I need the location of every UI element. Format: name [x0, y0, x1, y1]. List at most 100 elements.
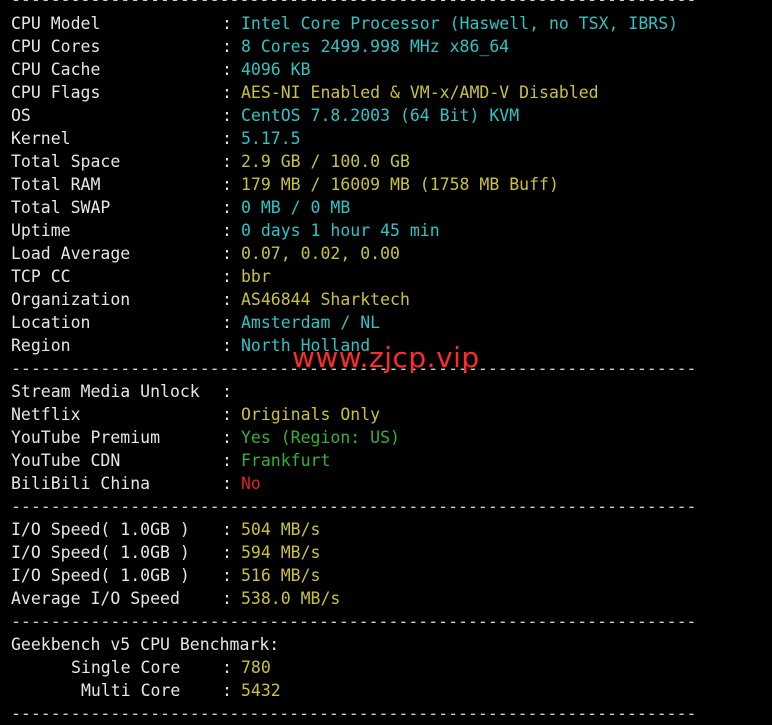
separator: ----------------------------------------… [11, 612, 697, 631]
separator-bottom: ----------------------------------------… [11, 704, 697, 723]
stream-row-label: BiliBili China [11, 474, 151, 493]
stream-header: Stream Media Unlock [11, 382, 200, 401]
colon: : [222, 336, 232, 355]
system-info-block: CPU Model: Intel Core Processor (Haswell,… [11, 12, 772, 357]
system-info-row-value: 0 days 1 hour 45 min [241, 221, 440, 240]
system-info-row-value: AS46844 Sharktech [241, 290, 410, 309]
colon: : [222, 175, 232, 194]
io-row-label: Average I/O Speed [11, 589, 180, 608]
colon: : [222, 658, 232, 677]
system-info-row-value: Intel Core Processor (Haswell, no TSX, I… [241, 14, 679, 33]
stream-row: YouTube CDN: Frankfurt [11, 449, 772, 472]
multi-core-label: Multi Core [81, 681, 181, 700]
io-row-label: I/O Speed( 1.0GB ) [11, 566, 190, 585]
system-info-row: TCP CC: bbr [11, 265, 772, 288]
system-info-row-value: CentOS 7.8.2003 (64 Bit) KVM [241, 106, 520, 125]
geekbench-multi-row: Multi Core : 5432 [11, 679, 772, 702]
single-core-label: Single Core [71, 658, 181, 677]
system-info-row: Load Average:0.07, 0.02, 0.00 [11, 242, 772, 265]
colon: : [222, 290, 232, 309]
system-info-row-label: CPU Flags [11, 83, 101, 102]
colon: : [222, 405, 232, 424]
colon: : [222, 543, 232, 562]
separator-top: ----------------------------------------… [11, 0, 696, 11]
watermark-text: www.zjcp.vip [292, 341, 480, 374]
system-info-row-label: Total Space [11, 152, 121, 171]
system-info-row-value: 0.07, 0.02, 0.00 [241, 244, 400, 263]
geekbench-header-row: Geekbench v5 CPU Benchmark: [11, 633, 772, 656]
system-info-row-label: CPU Cache [11, 60, 101, 79]
colon: : [222, 520, 232, 539]
stream-row-label: Netflix [11, 405, 81, 424]
system-info-row-label: CPU Model [11, 14, 101, 33]
multi-core-value: 5432 [241, 681, 281, 700]
stream-row-label: YouTube Premium [11, 428, 161, 447]
system-info-row: Location: Amsterdam / NL [11, 311, 772, 334]
io-row: I/O Speed( 1.0GB ):516 MB/s [11, 564, 772, 587]
system-info-row: CPU Model: Intel Core Processor (Haswell,… [11, 12, 772, 35]
system-info-row-label: Load Average [11, 244, 131, 263]
system-info-row-label: Total SWAP [11, 198, 111, 217]
stream-row: Netflix: Originals Only [11, 403, 772, 426]
colon: : [222, 428, 232, 447]
system-info-row-label: OS [11, 106, 31, 125]
colon: : [222, 83, 232, 102]
io-row-value: 504 MB/s [241, 520, 321, 539]
colon: : [222, 60, 232, 79]
stream-row-value: Yes (Region: US) [241, 428, 400, 447]
colon: : [222, 267, 232, 286]
colon: : [222, 129, 232, 148]
system-info-row: CPU Flags: AES-NI Enabled & VM-x/AMD-V Di… [11, 81, 772, 104]
single-core-value: 780 [241, 658, 271, 677]
system-info-row-label: Location [11, 313, 91, 332]
system-info-row-label: Kernel [11, 129, 71, 148]
geekbench-block: Geekbench v5 CPU Benchmark: Single Core … [11, 633, 772, 702]
system-info-row-value: 179 MB / 16009 MB (1758 MB Buff) [241, 175, 559, 194]
colon: : [222, 313, 232, 332]
colon: : [222, 198, 232, 217]
system-info-row-label: Region [11, 336, 71, 355]
colon: : [222, 474, 232, 493]
system-info-row: Total RAM:179 MB / 16009 MB (1758 MB Buf… [11, 173, 772, 196]
io-row: I/O Speed( 1.0GB ):594 MB/s [11, 541, 772, 564]
system-info-row-value: AES-NI Enabled & VM-x/AMD-V Disabled [241, 83, 599, 102]
system-info-row-label: Total RAM [11, 175, 101, 194]
geekbench-header: Geekbench v5 CPU Benchmark: [11, 635, 280, 654]
system-info-row-value: Amsterdam / NL [241, 313, 381, 332]
colon: : [222, 37, 232, 56]
io-speed-block: I/O Speed( 1.0GB ):504 MB/s I/O Speed( 1.… [11, 518, 772, 610]
system-info-row: CPU Cache:4096 KB [11, 58, 772, 81]
stream-row-value: Frankfurt [241, 451, 331, 470]
geekbench-single-row: Single Core : 780 [11, 656, 772, 679]
system-info-row-value: 4096 KB [241, 60, 311, 79]
stream-row-value: No [241, 474, 261, 493]
system-info-row-value: 0 MB / 0 MB [241, 198, 351, 217]
io-row-value: 594 MB/s [241, 543, 321, 562]
stream-media-block: Stream Media Unlock : Netflix: Originals … [11, 380, 772, 495]
stream-header-row: Stream Media Unlock : [11, 380, 772, 403]
colon: : [222, 106, 232, 125]
system-info-row: Total SWAP:0 MB / 0 MB [11, 196, 772, 219]
separator: ----------------------------------------… [11, 497, 697, 516]
system-info-row-label: TCP CC [11, 267, 71, 286]
colon: : [222, 221, 232, 240]
io-row: I/O Speed( 1.0GB ):504 MB/s [11, 518, 772, 541]
colon: : [222, 382, 232, 401]
io-row-value: 516 MB/s [241, 566, 321, 585]
system-info-row: Kernel:5.17.5 [11, 127, 772, 150]
io-row-label: I/O Speed( 1.0GB ) [11, 543, 190, 562]
colon: : [222, 589, 232, 608]
colon: : [222, 152, 232, 171]
stream-row-label: YouTube CDN [11, 451, 121, 470]
stream-row: YouTube Premium: Yes (Region: US) [11, 426, 772, 449]
system-info-row-value: bbr [241, 267, 271, 286]
colon: : [222, 566, 232, 585]
stream-row: BiliBili China: No [11, 472, 772, 495]
system-info-row-value: 5.17.5 [241, 129, 301, 148]
system-info-row-value: 2.9 GB / 100.0 GB [241, 152, 410, 171]
colon: : [222, 14, 232, 33]
system-info-row-label: CPU Cores [11, 37, 101, 56]
system-info-row: Uptime:0 days 1 hour 45 min [11, 219, 772, 242]
colon: : [222, 451, 232, 470]
colon: : [222, 244, 232, 263]
